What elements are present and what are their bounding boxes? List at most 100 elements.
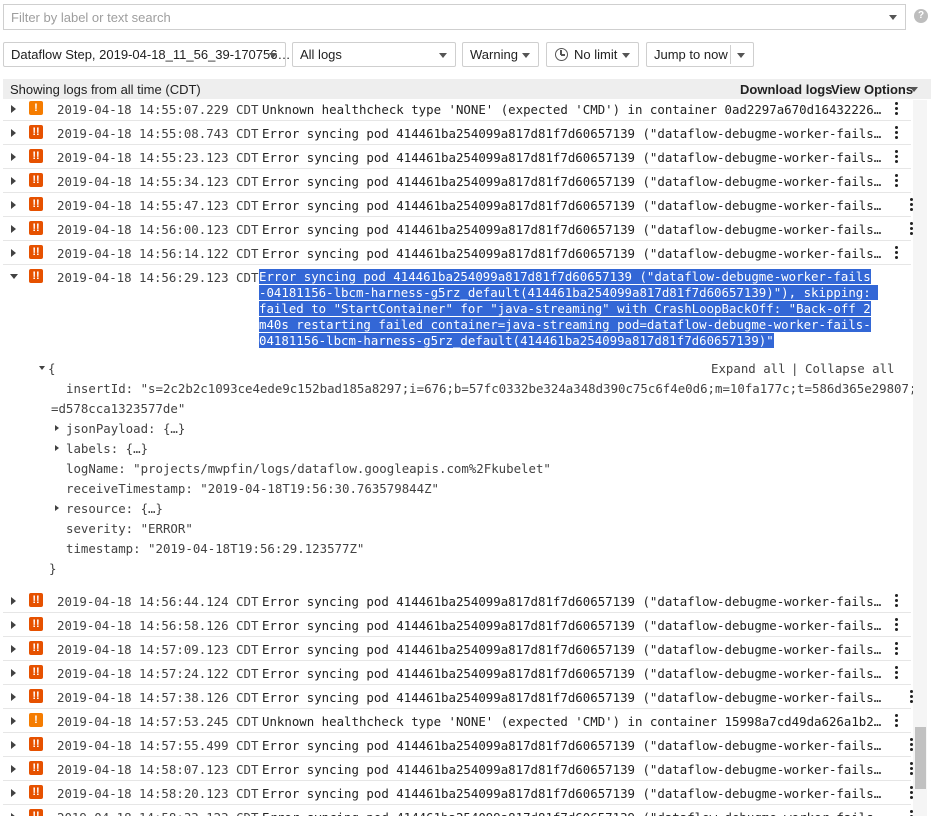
expand-arrow-icon[interactable]	[11, 177, 16, 185]
log-message: Error syncing pod 414461ba254099a817d81f…	[262, 246, 887, 261]
expand-arrow-icon[interactable]	[11, 105, 16, 113]
log-timestamp: 2019-04-18 14:56:00.123 CDT	[57, 222, 259, 237]
log-row[interactable]: !! 2019-04-18 14:57:09.123 CDT Error synci…	[3, 637, 911, 661]
expand-arrow-icon[interactable]	[55, 505, 59, 511]
log-message: Error syncing pod 414461ba254099a817d81f…	[262, 810, 887, 816]
log-message: Error syncing pod 414461ba254099a817d81f…	[262, 126, 887, 141]
jump-to-now-button[interactable]: Jump to now	[646, 42, 754, 67]
expand-arrow-icon[interactable]	[55, 445, 59, 451]
field-labels[interactable]: labels: {…}	[66, 441, 148, 456]
expand-arrow-icon[interactable]	[11, 201, 16, 209]
log-row[interactable]: !! 2019-04-18 14:55:08.743 CDT Error synci…	[3, 121, 911, 145]
resource-selector[interactable]: Dataflow Step, 2019-04-18_11_56_39-17075…	[3, 42, 290, 67]
clock-icon	[555, 48, 568, 61]
more-vert-icon[interactable]	[895, 174, 899, 188]
field-resource[interactable]: resource: {…}	[66, 501, 163, 516]
log-row[interactable]: !! 2019-04-18 14:58:07.123 CDT Error synci…	[3, 757, 913, 781]
chevron-down-icon[interactable]	[737, 53, 745, 58]
log-row[interactable]: !! 2019-04-18 14:57:38.126 CDT Error synci…	[3, 685, 913, 709]
log-message: Error syncing pod 414461ba254099a817d81f…	[262, 594, 887, 609]
error-severity-icon: !!	[29, 737, 43, 751]
field-json-payload[interactable]: jsonPayload: {…}	[66, 421, 185, 436]
more-vert-icon[interactable]	[895, 246, 899, 260]
expand-arrow-icon[interactable]	[11, 597, 16, 605]
expand-arrow-icon[interactable]	[11, 225, 16, 233]
expand-arrow-icon[interactable]	[11, 249, 16, 257]
warning-severity-icon: !	[29, 713, 43, 727]
more-vert-icon[interactable]	[895, 714, 899, 728]
log-message: Unknown healthcheck type 'NONE' (expecte…	[262, 102, 887, 117]
filter-dropdown-icon[interactable]	[889, 15, 897, 20]
log-timestamp: 2019-04-18 14:55:07.229 CDT	[57, 102, 259, 117]
more-vert-icon[interactable]	[895, 666, 899, 680]
scrollbar-thumb[interactable]	[915, 727, 926, 789]
log-row[interactable]: ! 2019-04-18 14:57:53.245 CDT Unknown heal…	[3, 709, 911, 733]
chevron-down-icon	[522, 53, 530, 58]
log-row[interactable]: !! 2019-04-18 14:58:20.123 CDT Error synci…	[3, 781, 913, 805]
log-row[interactable]: !! 2019-04-18 14:56:14.122 CDT Error synci…	[3, 241, 911, 265]
download-logs-button[interactable]: Download logs	[740, 82, 832, 97]
more-vert-icon[interactable]	[895, 594, 899, 608]
severity-selector[interactable]: Warning	[462, 42, 539, 67]
help-icon[interactable]: ?	[914, 9, 928, 23]
more-vert-icon[interactable]	[895, 102, 899, 116]
log-timestamp: 2019-04-18 14:58:20.123 CDT	[57, 786, 259, 801]
expand-arrow-icon[interactable]	[11, 153, 16, 161]
log-name-selector[interactable]: All logs	[292, 42, 456, 67]
collapse-all-link[interactable]: Collapse all	[805, 361, 895, 376]
error-severity-icon: !!	[29, 665, 43, 679]
log-range-prefix: Showing logs from	[10, 82, 121, 97]
log-message: Unknown healthcheck type 'NONE' (expecte…	[262, 714, 887, 729]
log-range-text: Showing logs from all time (CDT)	[10, 82, 201, 97]
log-row[interactable]: !! 2019-04-18 14:56:44.124 CDT Error synci…	[3, 589, 911, 613]
log-row[interactable]: !! 2019-04-18 14:57:55.499 CDT Error synci…	[3, 733, 913, 757]
link-separator: |	[791, 361, 799, 376]
expand-arrow-icon[interactable]	[11, 645, 16, 653]
error-severity-icon: !!	[29, 641, 43, 655]
error-severity-icon: !!	[29, 809, 43, 816]
log-row[interactable]: !! 2019-04-18 14:58:33.123 CDT Error synci…	[3, 805, 913, 816]
chevron-down-icon[interactable]	[910, 87, 918, 92]
log-timestamp: 2019-04-18 14:58:07.123 CDT	[57, 762, 259, 777]
view-options-button[interactable]: View Options	[831, 82, 913, 97]
more-vert-icon[interactable]	[895, 618, 899, 632]
log-message: Error syncing pod 414461ba254099a817d81f…	[262, 222, 887, 237]
log-row[interactable]: ! 2019-04-18 14:55:07.229 CDT Unknown heal…	[3, 97, 911, 121]
log-row[interactable]: !! 2019-04-18 14:55:34.123 CDT Error synci…	[3, 169, 911, 193]
time-range-selector[interactable]: No limit	[546, 42, 639, 67]
collapse-arrow-icon[interactable]	[39, 366, 45, 370]
error-severity-icon: !!	[29, 785, 43, 799]
expand-arrow-icon[interactable]	[55, 425, 59, 431]
log-message-expanded[interactable]: Error syncing pod 414461ba254099a817d81f…	[259, 269, 879, 349]
close-brace: }	[49, 561, 57, 576]
log-range-timezone: (CDT)	[161, 82, 201, 97]
chevron-down-icon	[622, 53, 630, 58]
log-row[interactable]: !! 2019-04-18 14:55:23.123 CDT Error synci…	[3, 145, 911, 169]
more-vert-icon[interactable]	[895, 150, 899, 164]
expand-arrow-icon[interactable]	[11, 717, 16, 725]
more-vert-icon[interactable]	[895, 642, 899, 656]
scrollbar-track[interactable]	[913, 100, 927, 816]
log-row[interactable]: !! 2019-04-18 14:57:24.122 CDT Error synci…	[3, 661, 911, 685]
log-row[interactable]: !! 2019-04-18 14:56:00.123 CDT Error synci…	[3, 217, 913, 241]
expand-arrow-icon[interactable]	[11, 741, 16, 749]
chevron-down-icon	[269, 53, 277, 58]
log-timestamp: 2019-04-18 14:57:38.126 CDT	[57, 690, 259, 705]
expand-arrow-icon[interactable]	[11, 129, 16, 137]
more-vert-icon[interactable]	[895, 126, 899, 140]
error-severity-icon: !!	[29, 173, 43, 187]
log-row[interactable]: !! 2019-04-18 14:55:47.123 CDT Error synci…	[3, 193, 913, 217]
expand-all-link[interactable]: Expand all	[711, 361, 786, 376]
log-timestamp: 2019-04-18 14:55:23.123 CDT	[57, 150, 259, 165]
expand-arrow-icon[interactable]	[11, 789, 16, 797]
error-severity-icon: !!	[29, 149, 43, 163]
log-timestamp: 2019-04-18 14:56:44.124 CDT	[57, 594, 259, 609]
collapse-arrow-icon[interactable]	[10, 274, 18, 279]
expand-arrow-icon[interactable]	[11, 693, 16, 701]
log-row[interactable]: !! 2019-04-18 14:56:58.126 CDT Error synci…	[3, 613, 911, 637]
log-timestamp: 2019-04-18 14:55:47.123 CDT	[57, 198, 259, 213]
expand-arrow-icon[interactable]	[11, 669, 16, 677]
expand-arrow-icon[interactable]	[11, 621, 16, 629]
filter-input[interactable]	[4, 5, 874, 29]
expand-arrow-icon[interactable]	[11, 765, 16, 773]
